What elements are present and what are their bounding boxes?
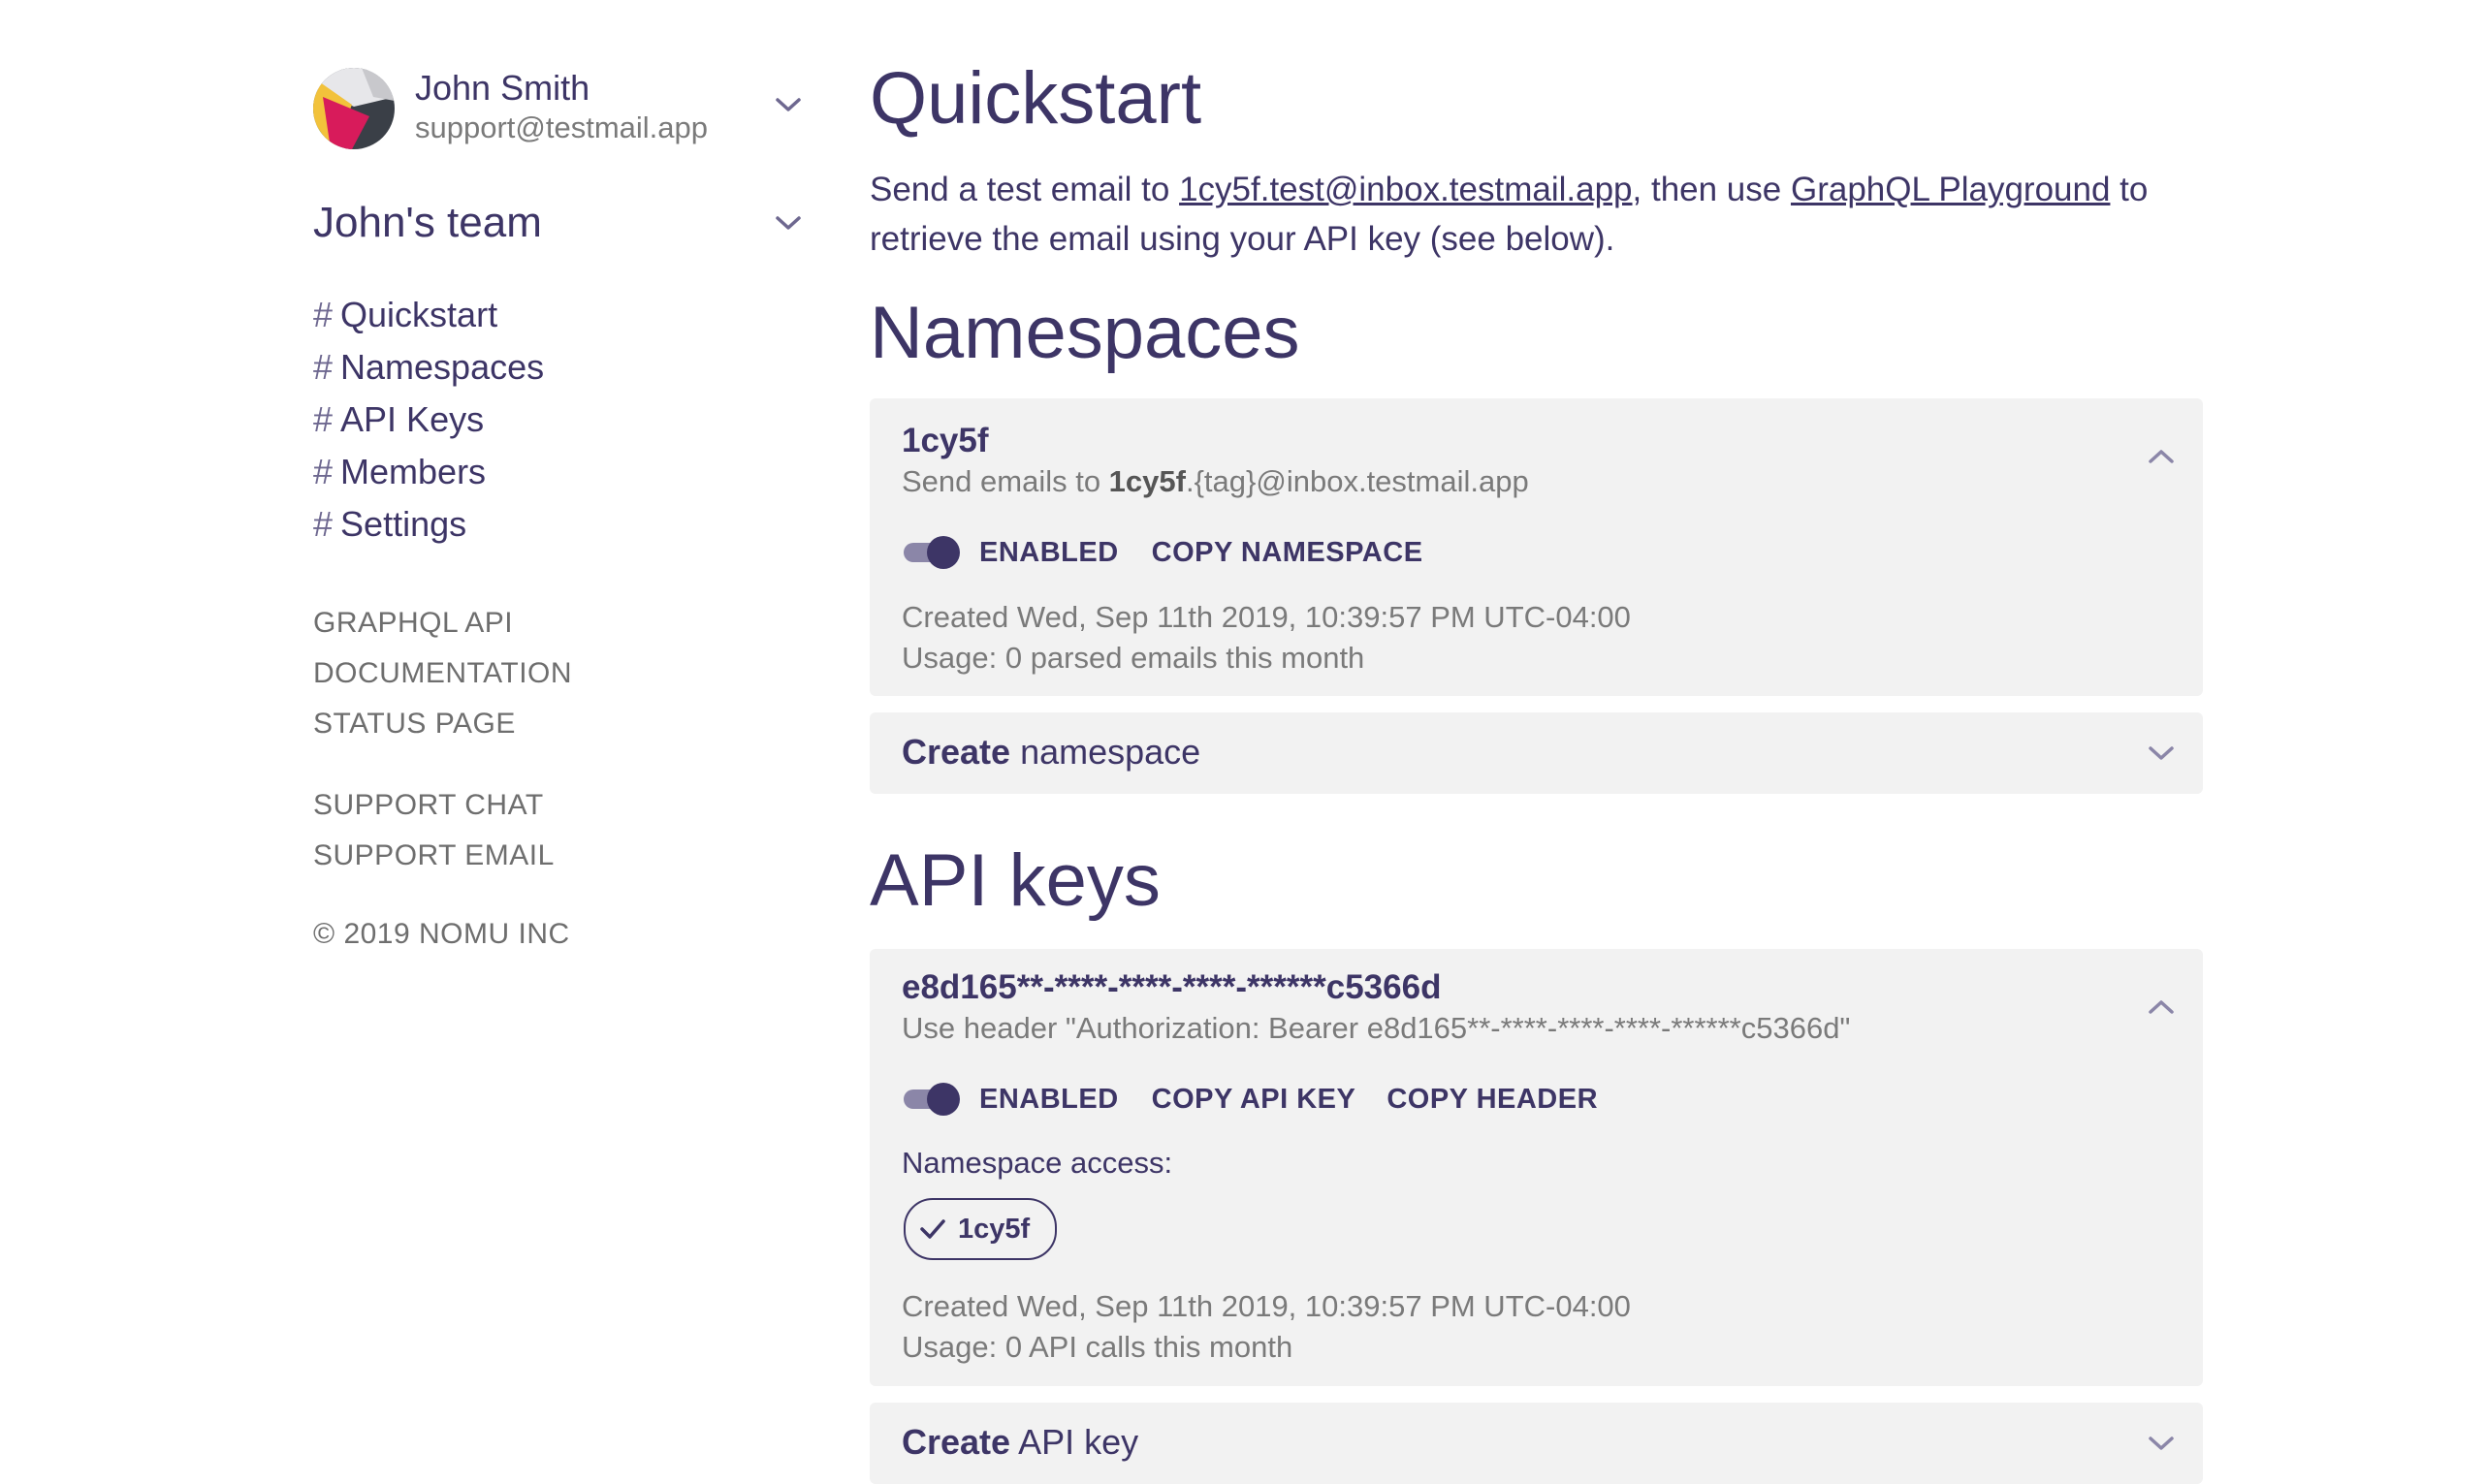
resource-links: GRAPHQL API DOCUMENTATION STATUS PAGE: [313, 598, 572, 749]
chevron-down-icon[interactable]: [2147, 739, 2176, 768]
support-links: SUPPORT CHAT SUPPORT EMAIL: [313, 780, 555, 881]
status-page-link[interactable]: STATUS PAGE: [313, 699, 572, 749]
namespace-access-chip[interactable]: 1cy5f: [904, 1198, 1058, 1260]
chevron-down-icon[interactable]: [774, 208, 803, 237]
created-date: Created Wed, Sep 11th 2019, 10:39:57 PM …: [902, 1289, 1631, 1323]
create-api-key-label: Create API key: [902, 1422, 1138, 1463]
address-prefix: Send emails to: [902, 464, 1109, 498]
intro-text: , then use: [1632, 171, 1791, 208]
namespace-actions: ENABLED COPY NAMESPACE: [902, 533, 1454, 572]
chevron-up-icon[interactable]: [2147, 993, 2176, 1022]
enabled-label[interactable]: ENABLED: [979, 537, 1119, 569]
create-rest: API key: [1010, 1422, 1139, 1462]
toggle-knob: [927, 536, 960, 569]
copy-header-button[interactable]: COPY HEADER: [1386, 1084, 1598, 1116]
chevron-down-icon[interactable]: [2147, 1429, 2176, 1458]
copy-namespace-button[interactable]: COPY NAMESPACE: [1152, 537, 1423, 569]
api-key-card: e8d165**-****-****-****-******c5366d Use…: [870, 949, 2203, 1386]
copy-api-key-button[interactable]: COPY API KEY: [1152, 1084, 1356, 1116]
api-key-actions: ENABLED COPY API KEY COPY HEADER: [902, 1080, 1629, 1119]
hash-icon: #: [313, 347, 334, 387]
sidebar-item-label: API Keys: [340, 399, 485, 439]
user-email: support@testmail.app: [415, 111, 709, 144]
address-suffix: .{tag}@inbox.testmail.app: [1185, 464, 1529, 498]
user-name: John Smith: [415, 68, 590, 108]
sidebar-item-label: Members: [340, 452, 487, 491]
create-bold: Create: [902, 1422, 1011, 1462]
check-icon: [920, 1219, 945, 1239]
usage-text: Usage: 0 parsed emails this month: [902, 641, 1365, 675]
sidebar-item-namespaces[interactable]: # Namespaces: [313, 341, 544, 394]
namespaces-heading: Namespaces: [870, 292, 1300, 374]
sidebar-item-label: Namespaces: [340, 347, 545, 387]
support-chat-link[interactable]: SUPPORT CHAT: [313, 780, 555, 831]
copyright: © 2019 NOMU INC: [313, 918, 570, 950]
page-title: Quickstart: [870, 57, 1202, 140]
support-email-link[interactable]: SUPPORT EMAIL: [313, 831, 555, 881]
sidebar: John Smith support@testmail.app John's t…: [313, 58, 803, 950]
sidebar-item-quickstart[interactable]: # Quickstart: [313, 289, 544, 341]
sidebar-item-label: Quickstart: [340, 295, 498, 334]
hash-icon: #: [313, 504, 334, 544]
chevron-up-icon[interactable]: [2147, 442, 2176, 471]
graphql-playground-link[interactable]: GraphQL Playground: [1791, 171, 2110, 208]
address-namespace: 1cy5f: [1108, 464, 1186, 498]
graphql-api-link[interactable]: GRAPHQL API: [313, 598, 572, 648]
documentation-link[interactable]: DOCUMENTATION: [313, 648, 572, 699]
chevron-down-icon[interactable]: [774, 90, 803, 119]
team-selector[interactable]: John's team: [313, 199, 803, 257]
hash-icon: #: [313, 295, 334, 334]
toggle-knob: [927, 1083, 960, 1116]
create-namespace-panel[interactable]: Create namespace: [870, 712, 2203, 794]
namespace-address: Send emails to 1cy5f.{tag}@inbox.testmai…: [902, 464, 1529, 499]
enabled-toggle[interactable]: [902, 533, 962, 572]
create-api-key-panel[interactable]: Create API key: [870, 1403, 2203, 1484]
namespace-access-label: Namespace access:: [902, 1146, 1173, 1180]
team-name: John's team: [313, 199, 542, 246]
create-rest: namespace: [1010, 732, 1201, 772]
create-bold: Create: [902, 732, 1011, 772]
enabled-label[interactable]: ENABLED: [979, 1084, 1119, 1116]
created-date: Created Wed, Sep 11th 2019, 10:39:57 PM …: [902, 600, 1631, 634]
sidebar-item-members[interactable]: # Members: [313, 446, 544, 498]
quickstart-text: Send a test email to 1cy5f.test@inbox.te…: [870, 165, 2208, 264]
intro-text: Send a test email to: [870, 171, 1180, 208]
avatar: [313, 68, 395, 149]
sidebar-item-api-keys[interactable]: # API Keys: [313, 394, 544, 446]
test-email-link[interactable]: 1cy5f.test@inbox.testmail.app: [1179, 171, 1632, 208]
api-key-masked: e8d165**-****-****-****-******c5366d: [902, 968, 1442, 1006]
chip-label: 1cy5f: [958, 1213, 1031, 1245]
api-keys-heading: API keys: [870, 839, 1161, 922]
sidebar-item-label: Settings: [340, 504, 467, 544]
api-key-meta: Created Wed, Sep 11th 2019, 10:39:57 PM …: [902, 1286, 1631, 1368]
create-namespace-label: Create namespace: [902, 732, 1200, 773]
sidebar-item-settings[interactable]: # Settings: [313, 498, 544, 551]
api-key-header-hint: Use header "Authorization: Bearer e8d165…: [902, 1011, 1851, 1045]
sidebar-nav: # Quickstart # Namespaces # API Keys # Membe…: [313, 289, 544, 551]
namespace-card: 1cy5f Send emails to 1cy5f.{tag}@inbox.t…: [870, 398, 2203, 696]
hash-icon: #: [313, 452, 334, 491]
enabled-toggle[interactable]: [902, 1080, 962, 1119]
hash-icon: #: [313, 399, 334, 439]
user-menu[interactable]: John Smith support@testmail.app: [313, 58, 803, 151]
namespace-meta: Created Wed, Sep 11th 2019, 10:39:57 PM …: [902, 597, 1631, 679]
usage-text: Usage: 0 API calls this month: [902, 1330, 1293, 1364]
namespace-name: 1cy5f: [902, 422, 989, 459]
